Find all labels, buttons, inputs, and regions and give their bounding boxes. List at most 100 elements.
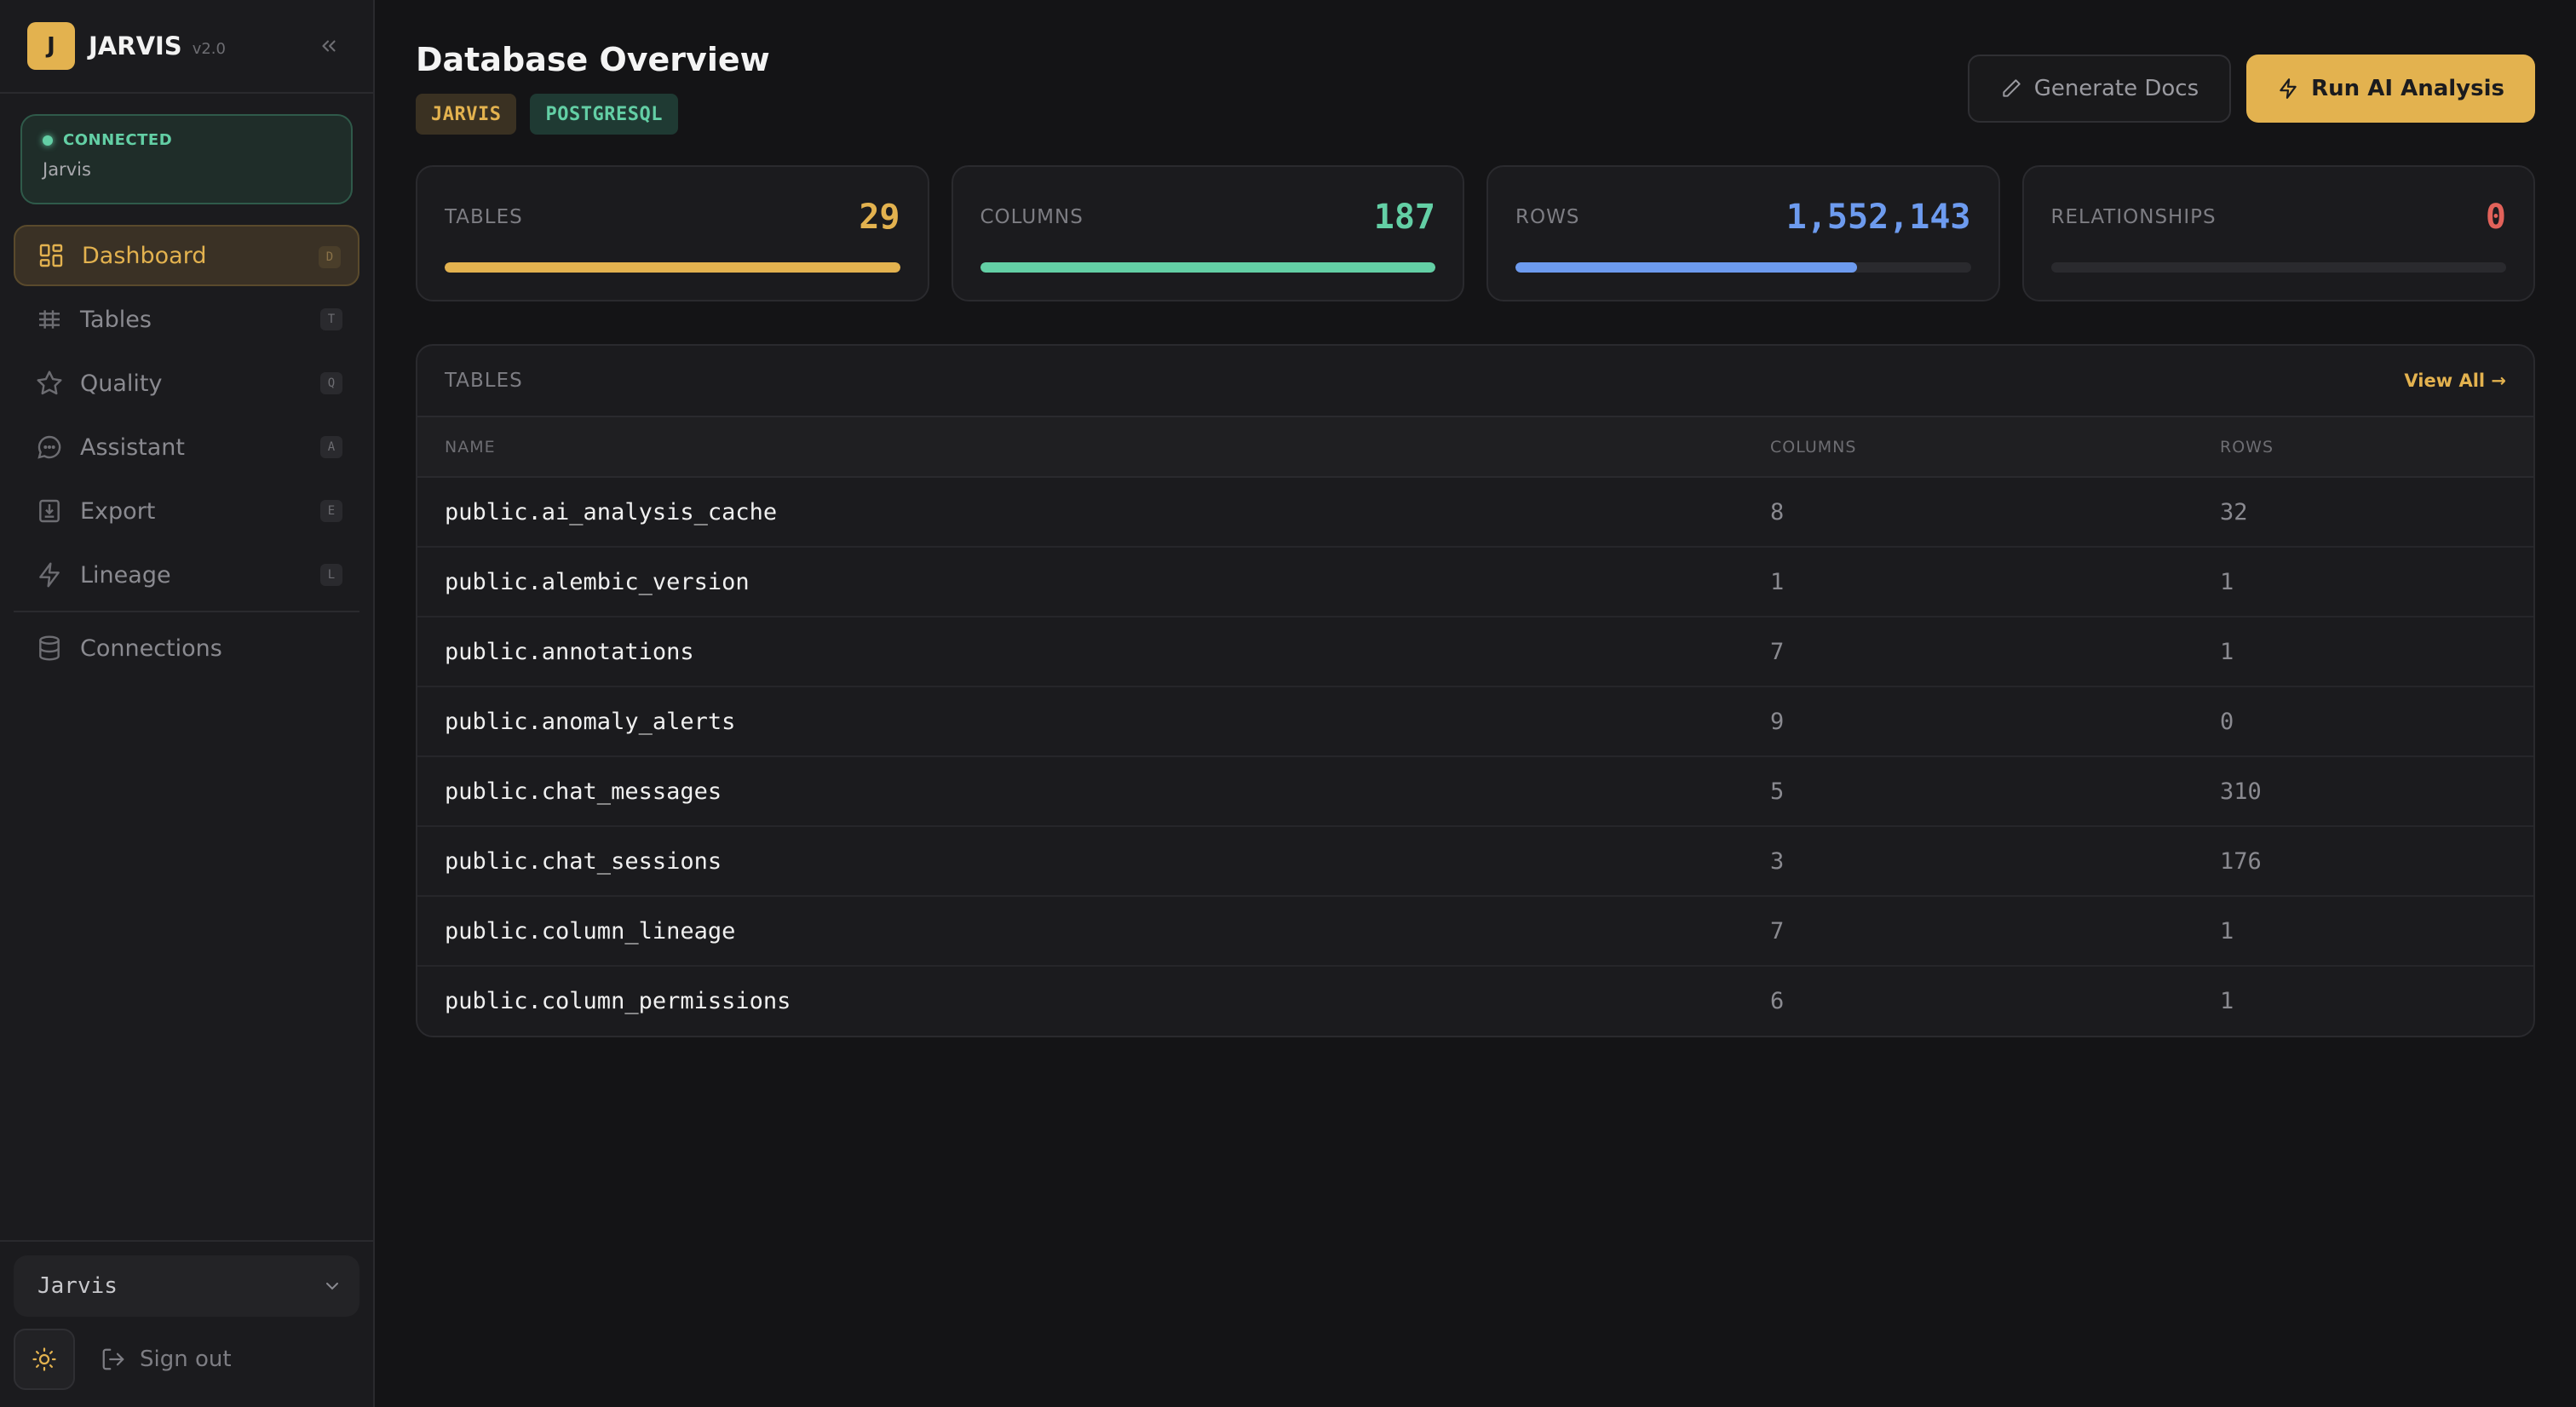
star-icon [34, 368, 65, 399]
generate-docs-label: Generate Docs [2033, 76, 2199, 101]
table-row[interactable]: public.ai_analysis_cache 8 32 [417, 477, 2533, 548]
sidebar-item-label: Quality [80, 370, 163, 397]
table-row[interactable]: public.chat_messages 5 310 [417, 756, 2533, 827]
database-select[interactable]: Jarvis [14, 1255, 359, 1317]
stat-progress-bar [2050, 262, 2506, 273]
panel-title: TABLES [445, 370, 523, 392]
sidebar-item-label: Export [80, 497, 156, 525]
stat-card-relationships: RELATIONSHIPS 0 [2021, 165, 2535, 302]
column-count-cell: 3 [1743, 826, 2193, 897]
table-name-cell: public.ai_analysis_cache [417, 477, 1743, 548]
view-all-link[interactable]: View All → [2404, 370, 2506, 391]
pencil-icon [2003, 79, 2021, 97]
table-row[interactable]: public.column_lineage 7 1 [417, 896, 2533, 967]
sidebar-item-export[interactable]: Export E [14, 480, 359, 542]
column-header-name[interactable]: NAME [417, 417, 1743, 478]
database-icon [34, 633, 65, 663]
table-header-row: NAME COLUMNS ROWS [417, 417, 2533, 478]
main-content: Database Overview JARVIS POSTGRESQL Gene… [375, 0, 2576, 1407]
table-row[interactable]: public.alembic_version 1 1 [417, 547, 2533, 617]
header-actions: Generate Docs Run AI Analysis [1967, 55, 2535, 123]
column-count-cell: 5 [1743, 756, 2193, 827]
theme-toggle-button[interactable] [14, 1329, 75, 1390]
column-count-cell: 7 [1743, 617, 2193, 687]
shortcut-key: Q [320, 372, 342, 394]
stat-progress-bar [445, 262, 900, 273]
sidebar-item-lineage[interactable]: Lineage L [14, 544, 359, 606]
status-dot-icon [43, 135, 53, 146]
row-count-cell: 176 [2193, 826, 2533, 897]
run-ai-analysis-button[interactable]: Run AI Analysis [2246, 55, 2535, 123]
table-row[interactable]: public.column_permissions 6 1 [417, 966, 2533, 1036]
table-row[interactable]: public.annotations 7 1 [417, 617, 2533, 687]
stat-progress-bar [980, 262, 1435, 273]
stat-card-columns: COLUMNS 187 [951, 165, 1464, 302]
sun-icon [32, 1347, 56, 1371]
sidebar-item-label: Assistant [80, 434, 186, 461]
chevron-down-icon [322, 1276, 342, 1302]
app-root: J JARVIS v2.0 CONNECTED Jarvis Dashboard… [0, 0, 2576, 1407]
stat-card-rows: ROWS 1,552,143 [1486, 165, 2000, 302]
sidebar-item-tables[interactable]: Tables T [14, 289, 359, 350]
sidebar-footer: Jarvis Sign out [0, 1240, 373, 1407]
shortcut-key: D [319, 246, 341, 268]
sidebar-item-label: Connections [80, 635, 222, 662]
sidebar-item-assistant[interactable]: Assistant A [14, 416, 359, 478]
tables-panel: TABLES View All → NAME COLUMNS ROWS publ… [416, 344, 2535, 1037]
shortcut-key: E [320, 500, 342, 522]
tables-table: NAME COLUMNS ROWS public.ai_analysis_cac… [417, 417, 2533, 1036]
table-name-cell: public.column_lineage [417, 896, 1743, 967]
stat-progress-fill [980, 262, 1435, 273]
row-count-cell: 1 [2193, 617, 2533, 687]
connection-status-label: CONNECTED [63, 131, 173, 149]
row-count-cell: 32 [2193, 477, 2533, 548]
tag-engine: POSTGRESQL [530, 94, 678, 135]
row-count-cell: 1 [2220, 988, 2234, 1014]
stat-progress-bar [1515, 262, 1971, 273]
run-ai-analysis-label: Run AI Analysis [2311, 76, 2504, 101]
stat-progress-fill [445, 262, 900, 273]
table-name-cell: public.alembic_version [417, 547, 1743, 617]
table-name-cell: public.annotations [417, 617, 1743, 687]
table-row[interactable]: public.anomaly_alerts 9 0 [417, 686, 2533, 757]
connection-name: Jarvis [43, 159, 91, 180]
sidebar: J JARVIS v2.0 CONNECTED Jarvis Dashboard… [0, 0, 375, 1407]
stat-label: RELATIONSHIPS [2050, 206, 2217, 228]
database-select-value: Jarvis [37, 1273, 118, 1299]
shortcut-key: T [320, 308, 342, 330]
column-header-rows[interactable]: ROWS [2193, 417, 2533, 478]
sign-out-icon [102, 1348, 124, 1370]
column-count-cell: 1 [1743, 547, 2193, 617]
sidebar-item-quality[interactable]: Quality Q [14, 353, 359, 414]
sidebar-nav: Dashboard D Tables T Quality Q Assistant… [0, 225, 373, 681]
stat-value: 1,552,143 [1785, 198, 1971, 237]
row-count-cell: 1 [2193, 896, 2533, 967]
table-name-cell: public.anomaly_alerts [417, 686, 1743, 757]
connection-status: CONNECTED [43, 131, 331, 149]
bolt-icon [2280, 78, 2297, 99]
tag-database: JARVIS [416, 94, 517, 135]
chat-icon [34, 432, 65, 462]
page-header: Database Overview JARVIS POSTGRESQL Gene… [416, 41, 2535, 143]
brand-name: JARVIS [89, 32, 182, 60]
sidebar-item-dashboard[interactable]: Dashboard D [14, 225, 359, 286]
sidebar-item-label: Dashboard [82, 242, 207, 269]
sign-out-button[interactable]: Sign out [101, 1347, 232, 1372]
brand-version: v2.0 [192, 39, 226, 58]
sidebar-item-connections[interactable]: Connections [14, 617, 359, 679]
table-row[interactable]: public.chat_sessions 3 176 [417, 826, 2533, 897]
row-count-cell: 0 [2193, 686, 2533, 757]
generate-docs-button[interactable]: Generate Docs [1967, 55, 2232, 123]
collapse-sidebar-button[interactable] [313, 31, 344, 61]
table-name-cell: public.chat_messages [417, 756, 1743, 827]
stat-label: ROWS [1515, 206, 1580, 228]
table-name-cell: public.chat_sessions [417, 826, 1743, 897]
shortcut-key: A [320, 436, 342, 458]
footer-actions: Sign out [14, 1329, 359, 1390]
column-count-cell: 6 [1770, 988, 1785, 1014]
row-count-cell: 1 [2193, 547, 2533, 617]
column-header-columns[interactable]: COLUMNS [1743, 417, 2193, 478]
column-count-cell: 9 [1743, 686, 2193, 757]
nav-divider [14, 611, 359, 612]
export-icon [34, 496, 65, 526]
